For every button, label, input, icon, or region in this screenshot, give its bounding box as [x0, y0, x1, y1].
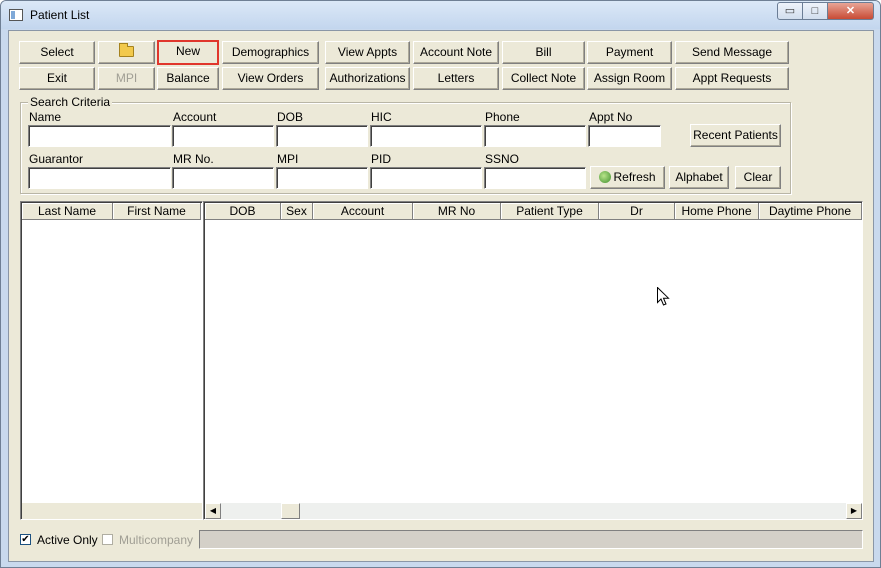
open-folder-button[interactable] [98, 41, 155, 64]
account-field[interactable] [172, 125, 274, 147]
active-only-checkbox[interactable]: ✔ [20, 534, 31, 545]
refresh-icon [599, 171, 612, 183]
search-criteria-group: Search Criteria Name Account DOB HIC Pho… [20, 96, 791, 194]
collect-note-button[interactable]: Collect Note [502, 67, 585, 90]
exit-button[interactable]: Exit [19, 67, 95, 90]
new-button[interactable]: New [157, 40, 219, 65]
active-only-label: Active Only [37, 533, 98, 547]
mr-no-field[interactable] [172, 167, 274, 189]
send-message-button[interactable]: Send Message [675, 41, 789, 64]
guarantor-label: Guarantor [29, 152, 84, 166]
phone-label: Phone [485, 110, 520, 124]
column-header-daytime-phone[interactable]: Daytime Phone [759, 203, 862, 220]
hic-label: HIC [371, 110, 392, 124]
alphabet-button[interactable]: Alphabet [669, 166, 729, 189]
account-note-button[interactable]: Account Note [413, 41, 499, 64]
close-button[interactable]: ✕ [828, 2, 874, 20]
account-label: Account [173, 110, 217, 124]
pid-label: PID [371, 152, 392, 166]
balance-button[interactable]: Balance [157, 67, 219, 90]
letters-button[interactable]: Letters [413, 67, 499, 90]
maximize-button[interactable]: □ [803, 2, 828, 20]
name-field[interactable] [28, 125, 171, 147]
payment-button[interactable]: Payment [587, 41, 672, 64]
authorizations-button[interactable]: Authorizations [325, 67, 410, 90]
patient-list-window: Patient List ▭ □ ✕ Select New Demographi… [0, 0, 881, 568]
mpi-field[interactable] [276, 167, 368, 189]
window-title: Patient List [30, 8, 90, 22]
appt-requests-button[interactable]: Appt Requests [675, 67, 789, 90]
ssno-field[interactable] [484, 167, 586, 189]
column-header-mr-no[interactable]: MR No [413, 203, 501, 220]
app-icon [9, 9, 23, 21]
dob-label: DOB [277, 110, 304, 124]
column-header-dr[interactable]: Dr [599, 203, 675, 220]
column-header-account[interactable]: Account [313, 203, 413, 220]
title-bar[interactable]: Patient List ▭ □ ✕ [1, 1, 880, 29]
search-criteria-legend: Search Criteria [28, 95, 113, 109]
ssno-label: SSNO [485, 152, 520, 166]
refresh-label: Refresh [613, 170, 656, 184]
scroll-right-arrow-icon[interactable]: ▶ [846, 503, 862, 519]
column-header-patient-type[interactable]: Patient Type [501, 203, 599, 220]
cursor-arrow-icon [657, 286, 670, 306]
assign-room-button[interactable]: Assign Room [587, 67, 672, 90]
folder-icon [119, 43, 134, 57]
status-bar [199, 530, 863, 549]
column-header-last-name[interactable]: Last Name [22, 203, 113, 220]
caption-buttons: ▭ □ ✕ [777, 2, 874, 21]
column-header-first-name[interactable]: First Name [113, 203, 201, 220]
appt-no-label: Appt No [589, 110, 633, 124]
clear-button[interactable]: Clear [735, 166, 781, 189]
name-label: Name [29, 110, 62, 124]
dob-field[interactable] [276, 125, 368, 147]
pid-field[interactable] [370, 167, 482, 189]
multicompany-label: Multicompany [119, 533, 194, 547]
multicompany-checkbox[interactable] [102, 534, 113, 545]
column-header-home-phone[interactable]: Home Phone [675, 203, 759, 220]
appt-no-field[interactable] [588, 125, 661, 147]
demographics-button[interactable]: Demographics [222, 41, 319, 64]
client-area: Select New Demographics View Appts Accou… [8, 30, 874, 562]
minimize-button[interactable]: ▭ [777, 2, 803, 20]
horizontal-scrollbar[interactable]: ◀ ▶ [205, 503, 862, 519]
select-button[interactable]: Select [19, 41, 95, 64]
view-appts-button[interactable]: View Appts [325, 41, 410, 64]
patient-detail-list[interactable]: DOB Sex Account MR No Patient Type Dr Ho… [203, 201, 863, 520]
mpi-label: MPI [277, 152, 299, 166]
phone-field[interactable] [484, 125, 586, 147]
refresh-button[interactable]: Refresh [590, 166, 665, 189]
bill-button[interactable]: Bill [502, 41, 585, 64]
scroll-left-arrow-icon[interactable]: ◀ [205, 503, 221, 519]
name-list-scroll-area [22, 503, 202, 519]
mr-no-label: MR No. [173, 152, 214, 166]
recent-patients-button[interactable]: Recent Patients [690, 124, 781, 147]
column-header-sex[interactable]: Sex [281, 203, 313, 220]
view-orders-button[interactable]: View Orders [222, 67, 319, 90]
name-list[interactable]: Last Name First Name [20, 201, 203, 520]
scroll-track[interactable] [221, 503, 846, 519]
hic-field[interactable] [370, 125, 482, 147]
mpi-button[interactable]: MPI [98, 67, 155, 90]
scroll-thumb[interactable] [281, 503, 300, 519]
guarantor-field[interactable] [28, 167, 171, 189]
column-header-dob[interactable]: DOB [205, 203, 281, 220]
